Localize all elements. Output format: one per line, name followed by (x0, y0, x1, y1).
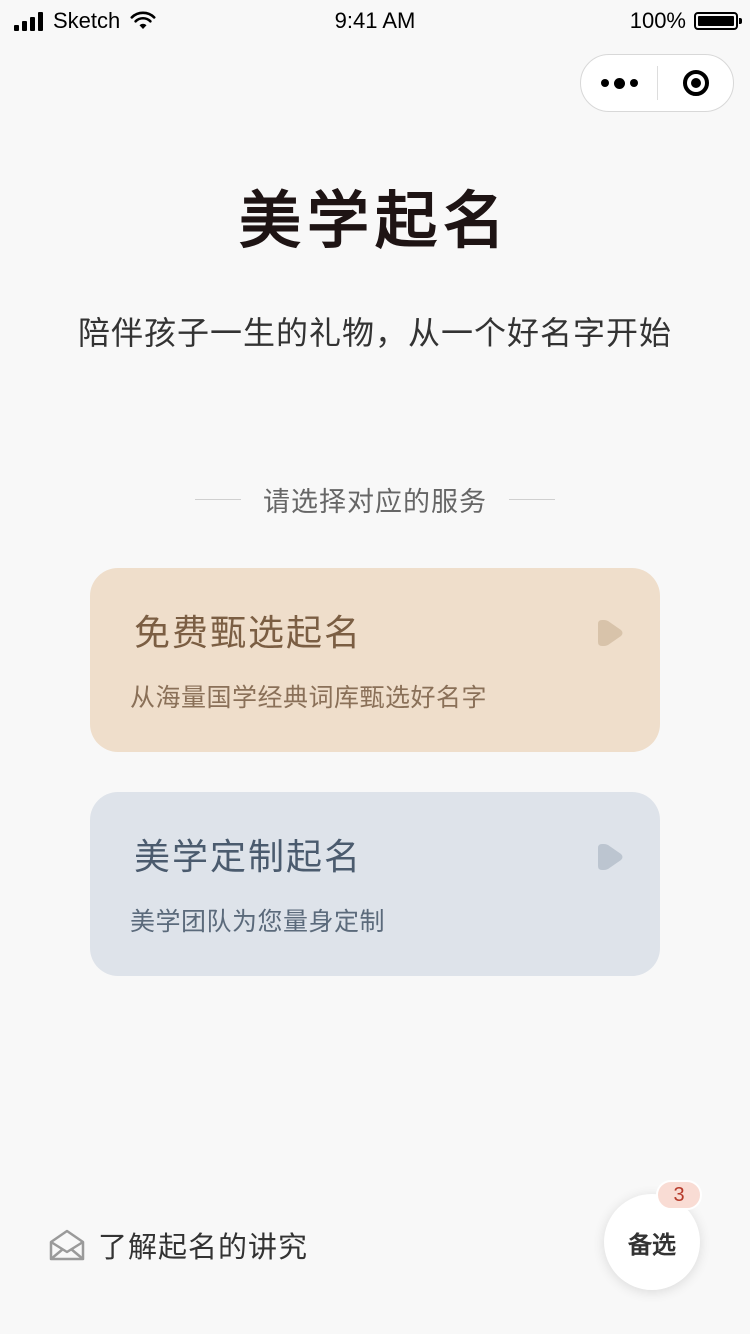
learn-label: 了解起名的讲究 (98, 1230, 309, 1264)
envelope-icon (49, 1229, 85, 1261)
more-dots-icon (600, 79, 609, 87)
status-right: 100% (629, 8, 742, 34)
page-subtitle: 陪伴孩子一生的礼物，从一个好名字开始 (77, 314, 672, 352)
custom-naming-card[interactable]: 美学定制起名 美学团队为您量身定制 (90, 792, 660, 976)
more-button[interactable] (581, 55, 657, 111)
card-title: 免费甄选起名 (134, 613, 363, 654)
play-icon (598, 844, 623, 870)
candidate-label: 备选 (628, 1230, 676, 1259)
divider-left (195, 499, 241, 500)
page-title: 美学起名 (238, 184, 511, 257)
miniprogram-capsule (580, 54, 734, 112)
candidate-count-badge: 3 (656, 1180, 702, 1210)
card-title: 美学定制起名 (134, 837, 363, 878)
target-icon (682, 70, 709, 96)
free-naming-card[interactable]: 免费甄选起名 从海量国学经典词库甄选好名字 (90, 568, 660, 752)
status-bar: Sketch 9:41 AM 100% (0, 0, 750, 44)
learn-naming-link[interactable]: 了解起名的讲究 (48, 1224, 308, 1266)
card-description: 从海量国学经典词库甄选好名字 (130, 683, 488, 712)
section-label: 请选择对应的服务 (263, 487, 487, 518)
battery-percent: 100% (629, 8, 686, 33)
service-section-header: 请选择对应的服务 (0, 480, 750, 519)
card-description: 美学团队为您量身定制 (130, 907, 386, 936)
close-miniprogram-button[interactable] (658, 55, 733, 111)
battery-icon (694, 12, 742, 30)
divider-right (509, 499, 555, 500)
play-icon (598, 620, 623, 646)
